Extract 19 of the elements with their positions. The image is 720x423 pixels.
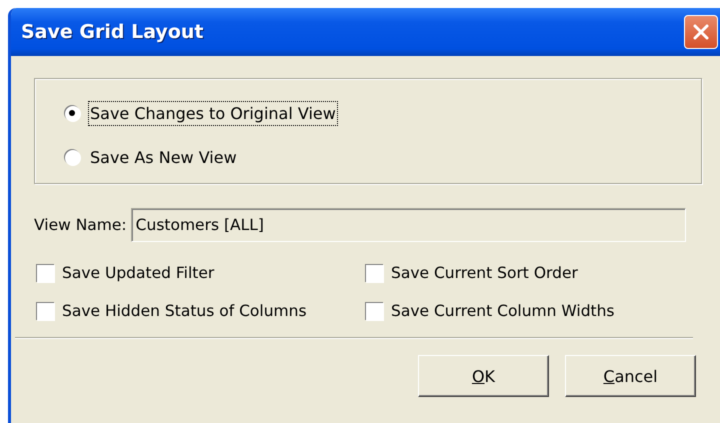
window-title: Save Grid Layout — [21, 21, 204, 43]
field-label: View Name: — [34, 216, 127, 234]
checkbox-label: Save Hidden Status of Columns — [62, 302, 307, 320]
checkbox-label: Save Current Sort Order — [391, 264, 578, 282]
checkbox-label: Save Updated Filter — [62, 264, 214, 282]
radio-button[interactable] — [64, 149, 80, 165]
radio-label[interactable]: Save As New View — [88, 144, 239, 170]
close-icon — [692, 23, 710, 41]
radio-button[interactable] — [64, 105, 80, 121]
radio-label[interactable]: Save Changes to Original View — [88, 100, 338, 126]
dialog-button[interactable]: OK — [418, 355, 549, 397]
checkbox[interactable] — [36, 302, 54, 320]
view-name-field[interactable]: Customers [ALL] — [130, 208, 686, 242]
close-button[interactable] — [684, 15, 718, 49]
checkbox[interactable] — [365, 302, 383, 320]
dialog-button[interactable]: Cancel — [565, 355, 696, 397]
checkbox-label: Save Current Column Widths — [391, 302, 615, 320]
checkbox[interactable] — [36, 264, 54, 282]
checkbox[interactable] — [365, 264, 383, 282]
